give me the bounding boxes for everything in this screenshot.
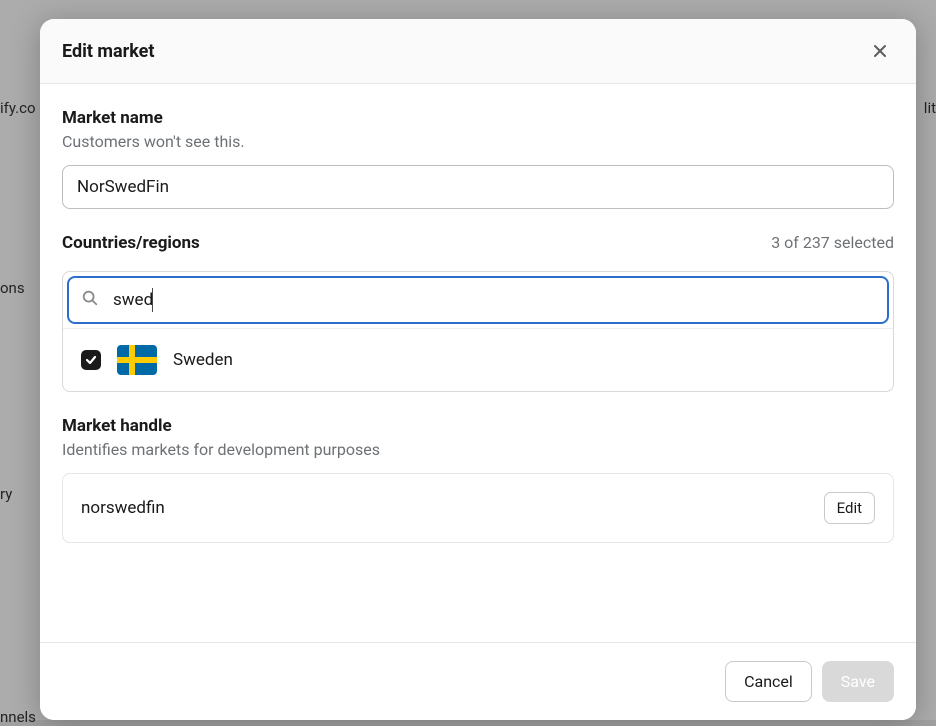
modal-title: Edit market xyxy=(62,41,155,62)
country-option-sweden[interactable]: Sweden xyxy=(63,328,893,391)
countries-search-wrap xyxy=(67,276,889,324)
modal-footer: Cancel Save xyxy=(40,642,916,720)
modal-body: Market name Customers won't see this. Co… xyxy=(40,84,916,642)
countries-section: Countries/regions 3 of 237 selected Sw xyxy=(62,233,894,392)
modal-header: Edit market xyxy=(40,19,916,84)
country-option-label: Sweden xyxy=(173,350,233,370)
close-icon xyxy=(870,41,890,61)
market-handle-section: Market handle Identifies markets for dev… xyxy=(62,416,894,543)
countries-listbox: Sweden xyxy=(62,271,894,392)
market-name-section: Market name Customers won't see this. xyxy=(62,108,894,209)
market-name-help: Customers won't see this. xyxy=(62,132,894,151)
countries-selected-count: 3 of 237 selected xyxy=(771,233,894,252)
market-handle-value: norswedfin xyxy=(81,498,165,518)
check-icon xyxy=(85,354,97,366)
country-checkbox[interactable] xyxy=(81,350,101,370)
edit-market-modal: Edit market Market name Customers won't … xyxy=(40,19,916,720)
market-handle-label: Market handle xyxy=(62,416,894,436)
market-handle-help: Identifies markets for development purpo… xyxy=(62,440,894,459)
market-handle-box: norswedfin Edit xyxy=(62,473,894,543)
cancel-button[interactable]: Cancel xyxy=(725,661,812,702)
market-name-label: Market name xyxy=(62,108,894,128)
countries-header: Countries/regions 3 of 237 selected xyxy=(62,233,894,257)
save-button[interactable]: Save xyxy=(822,661,894,702)
edit-handle-button[interactable]: Edit xyxy=(824,492,875,524)
market-name-input[interactable] xyxy=(62,165,894,209)
close-button[interactable] xyxy=(866,37,894,65)
countries-label: Countries/regions xyxy=(62,233,200,253)
flag-icon xyxy=(117,345,157,375)
countries-search-input[interactable] xyxy=(67,276,889,324)
